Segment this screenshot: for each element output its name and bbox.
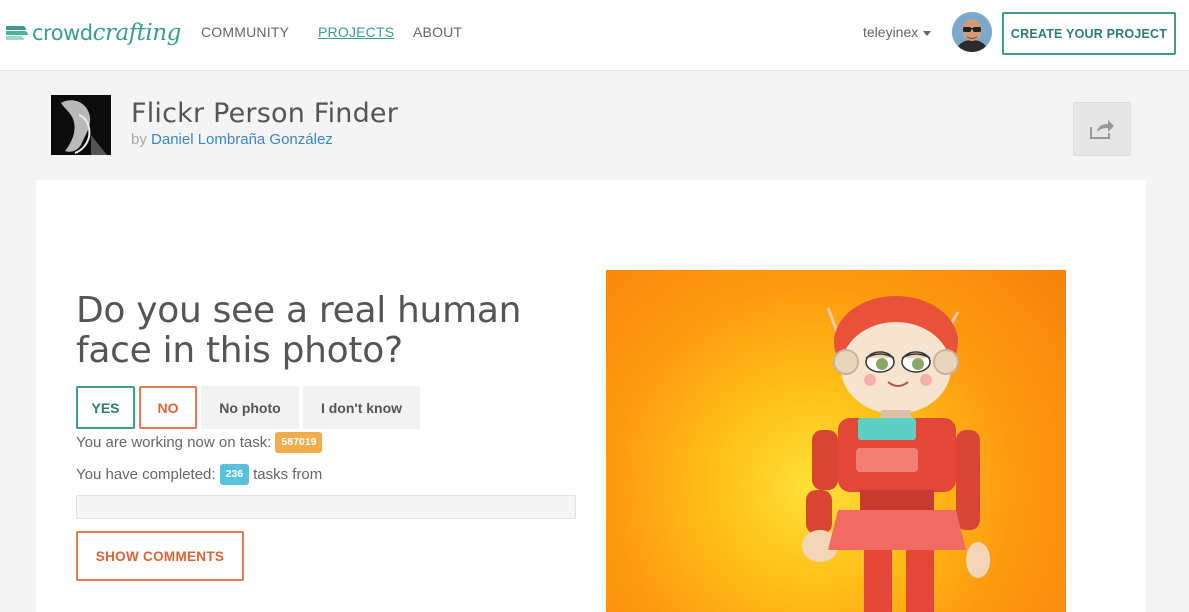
user-menu[interactable]: teleyinex (863, 24, 932, 40)
logo-mark-icon (6, 26, 28, 40)
crowdcrafting-logo[interactable]: crowd crafting (6, 18, 181, 48)
byline-prefix: by (131, 131, 147, 148)
create-project-button[interactable]: CREATE YOUR PROJECT (1002, 12, 1176, 55)
navbar: crowd crafting COMMUNITY PROJECTS ABOUT … (0, 0, 1189, 71)
logo-text-crafting: crafting (92, 20, 182, 46)
share-button[interactable] (1073, 102, 1131, 156)
avatar[interactable] (952, 12, 992, 52)
project-author-link[interactable]: Daniel Lombraña González (151, 131, 333, 148)
completed-suffix: tasks from (253, 466, 323, 483)
yes-button[interactable]: YES (76, 386, 135, 429)
project-byline: by Daniel Lombraña González (131, 131, 333, 148)
show-comments-button[interactable]: SHOW COMMENTS (76, 531, 244, 581)
completed-label: You have completed: (76, 466, 216, 483)
dont-know-button[interactable]: I don't know (303, 386, 420, 429)
project-thumbnail[interactable] (51, 95, 111, 155)
completed-line: You have completed: 236 tasks from (76, 464, 322, 485)
logo-text-crowd: crowd (32, 21, 93, 45)
task-card: Do you see a real human face in this pho… (36, 180, 1146, 612)
no-button[interactable]: NO (139, 386, 197, 429)
task-question: Do you see a real human face in this pho… (76, 290, 522, 371)
current-task-label: You are working now on task: (76, 434, 272, 451)
no-photo-button[interactable]: No photo (201, 386, 299, 429)
caret-down-icon (923, 30, 932, 36)
nav-about[interactable]: ABOUT (413, 24, 462, 40)
task-id-badge: 587019 (275, 432, 323, 453)
project-title: Flickr Person Finder (131, 98, 399, 129)
current-task-line: You are working now on task: 587019 (76, 432, 326, 453)
share-icon (1090, 120, 1114, 139)
username: teleyinex (863, 24, 919, 40)
completed-count-badge: 236 (219, 464, 250, 485)
nav-community[interactable]: COMMUNITY (201, 24, 289, 40)
task-photo (606, 270, 1066, 612)
nav-projects[interactable]: PROJECTS (318, 24, 394, 40)
progress-bar (76, 495, 576, 519)
